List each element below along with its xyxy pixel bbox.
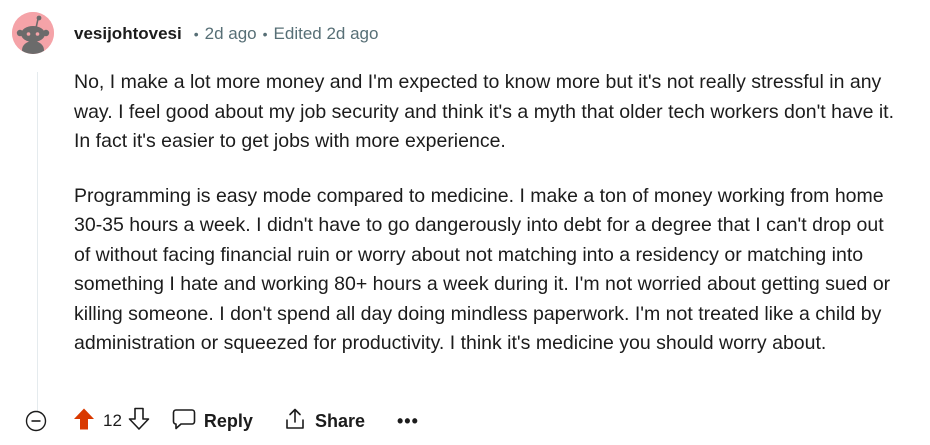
comment-body: No, I make a lot more money and I'm expe… <box>74 68 904 384</box>
upvote-arrow-icon[interactable] <box>73 407 95 436</box>
meta-separator: • <box>262 26 268 42</box>
share-upload-icon <box>283 407 307 436</box>
vote-control: 12 <box>73 407 150 436</box>
comment-actions: 12 Reply Share ••• <box>25 404 419 438</box>
comment-age[interactable]: 2d ago <box>205 24 257 44</box>
vote-score: 12 <box>103 411 122 430</box>
comment-author[interactable]: vesijohtovesi <box>74 24 182 44</box>
snoo-avatar-icon[interactable] <box>12 12 54 54</box>
reply-label: Reply <box>203 410 253 431</box>
edited-label: Edited 2d ago <box>273 24 379 43</box>
meta-separator: • <box>193 26 199 42</box>
downvote-arrow-icon[interactable] <box>128 407 150 436</box>
thread-line <box>37 72 38 412</box>
comment-paragraph: No, I make a lot more money and I'm expe… <box>74 71 894 152</box>
speech-bubble-icon <box>172 408 196 435</box>
more-options-icon[interactable]: ••• <box>397 411 419 432</box>
share-button[interactable]: Share <box>283 407 365 436</box>
collapse-minus-icon[interactable] <box>25 410 47 432</box>
reply-button[interactable]: Reply <box>172 408 253 435</box>
comment-header: vesijohtovesi • 2d ago • Edited 2d ago <box>74 22 378 46</box>
share-label: Share <box>314 410 365 431</box>
comment-paragraph: Programming is easy mode compared to med… <box>74 184 891 355</box>
